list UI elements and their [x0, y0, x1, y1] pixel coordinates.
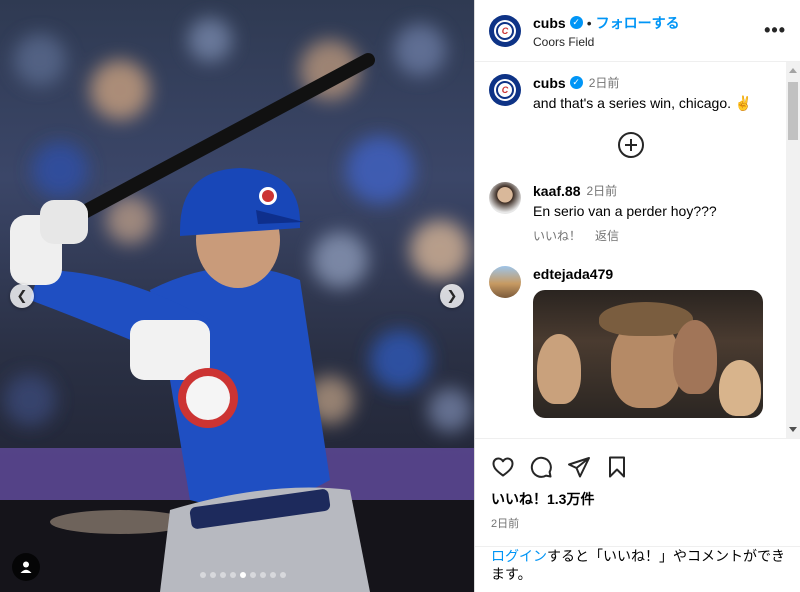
- cubs-logo: C: [496, 81, 514, 99]
- carousel-prev-button[interactable]: ❮: [10, 284, 34, 308]
- caption-head: cubs ✓ 2日前: [533, 74, 752, 91]
- comment-actions: いいね！ 返信: [533, 227, 717, 244]
- post-date: 2日前: [491, 518, 520, 530]
- caption-time: 2日前: [588, 76, 620, 90]
- carousel-dot: [280, 572, 286, 578]
- comment-head: kaaf.88 2日前: [533, 182, 717, 199]
- login-prompt: ログインすると「いいね！」やコメントができます。: [475, 546, 800, 583]
- caption-text: and that's a series win, chicago. ✌️: [533, 95, 753, 111]
- separator: •: [586, 14, 592, 31]
- carousel-dot: [210, 572, 216, 578]
- comments-scrollbar[interactable]: [786, 62, 800, 438]
- action-bar: [475, 439, 800, 479]
- post-side-panel: C cubs ✓ • フォローする Coors Field ••• C cubs…: [474, 0, 800, 592]
- carousel-dot: [220, 572, 226, 578]
- comment-like-button[interactable]: いいね！: [533, 227, 581, 244]
- scroll-down-arrow-icon[interactable]: [789, 427, 797, 432]
- comment-username[interactable]: kaaf.88: [533, 183, 580, 199]
- avatar[interactable]: C: [489, 14, 521, 47]
- post-actions-section: いいね！1.3万件 2日前: [475, 438, 800, 531]
- carousel-dot: [260, 572, 266, 578]
- avatar[interactable]: [489, 182, 521, 214]
- caption-username[interactable]: cubs: [533, 75, 566, 91]
- header-info: cubs ✓ • フォローする Coors Field: [533, 13, 764, 49]
- post-header: C cubs ✓ • フォローする Coors Field •••: [475, 0, 800, 62]
- login-link[interactable]: ログイン: [491, 548, 547, 564]
- carousel-dot: [200, 572, 206, 578]
- comment-reply-button[interactable]: 返信: [595, 227, 619, 244]
- comment-body: edtejada479: [533, 266, 763, 418]
- paper-plane-icon[interactable]: [567, 455, 591, 479]
- load-more-comments-icon[interactable]: [618, 132, 644, 158]
- like-count[interactable]: いいね！1.3万件: [475, 479, 800, 509]
- caption-body: cubs ✓ 2日前 and that's a series win, chic…: [533, 74, 752, 112]
- tagged-users-button[interactable]: [12, 553, 40, 581]
- post-media[interactable]: ❮ ❯: [0, 0, 474, 592]
- gif-figure: [719, 360, 761, 416]
- gif-figure: [673, 320, 717, 394]
- comment-username[interactable]: edtejada479: [533, 266, 613, 282]
- header-row: cubs ✓ • フォローする: [533, 13, 764, 33]
- comment-text: En serio van a perder hoy???: [533, 203, 717, 219]
- verified-badge-icon: ✓: [569, 76, 583, 89]
- caption-avatar[interactable]: C: [489, 74, 521, 106]
- comments-list[interactable]: C cubs ✓ 2日前 and that's a series win, ch…: [475, 62, 787, 438]
- carousel-indicator: [200, 572, 286, 578]
- carousel-next-button[interactable]: ❯: [440, 284, 464, 308]
- comment-head: edtejada479: [533, 266, 763, 282]
- cubs-logo: C: [496, 21, 514, 40]
- comment-time: 2日前: [586, 184, 618, 198]
- bookmark-icon[interactable]: [605, 455, 629, 479]
- chevron-right-icon: ❯: [446, 288, 458, 303]
- chevron-left-icon: ❮: [16, 288, 28, 303]
- carousel-dot: [270, 572, 276, 578]
- user-icon: [20, 561, 32, 573]
- heart-icon[interactable]: [491, 455, 515, 479]
- comment-body: kaaf.88 2日前 En serio van a perder hoy???…: [533, 182, 717, 244]
- list-item: edtejada479: [475, 266, 787, 418]
- instagram-post: ❮ ❯ C cubs ✓ • フォローする Coors Field ••• C …: [0, 0, 800, 592]
- login-text-row: ログインすると「いいね！」やコメントができます。: [491, 547, 785, 583]
- avatar[interactable]: [489, 266, 521, 298]
- username[interactable]: cubs: [533, 15, 566, 31]
- comment-gif-image[interactable]: [533, 290, 763, 418]
- baseball-player-photo: [0, 18, 474, 592]
- carousel-dot-active: [240, 572, 246, 578]
- post-caption: C cubs ✓ 2日前 and that's a series win, ch…: [475, 62, 787, 112]
- avatar-ring: C: [494, 19, 516, 42]
- list-item: kaaf.88 2日前 En serio van a perder hoy???…: [475, 182, 787, 244]
- verified-badge-icon: ✓: [569, 16, 583, 29]
- comment-icon[interactable]: [529, 455, 553, 479]
- gif-figure: [537, 334, 581, 404]
- carousel-dot: [250, 572, 256, 578]
- scrollbar-thumb[interactable]: [788, 82, 798, 140]
- follow-button[interactable]: フォローする: [596, 13, 680, 33]
- avatar-ring: C: [494, 79, 516, 101]
- more-options-button[interactable]: •••: [764, 20, 786, 41]
- location-link[interactable]: Coors Field: [533, 35, 764, 49]
- scroll-up-arrow-icon[interactable]: [789, 68, 797, 73]
- carousel-dot: [230, 572, 236, 578]
